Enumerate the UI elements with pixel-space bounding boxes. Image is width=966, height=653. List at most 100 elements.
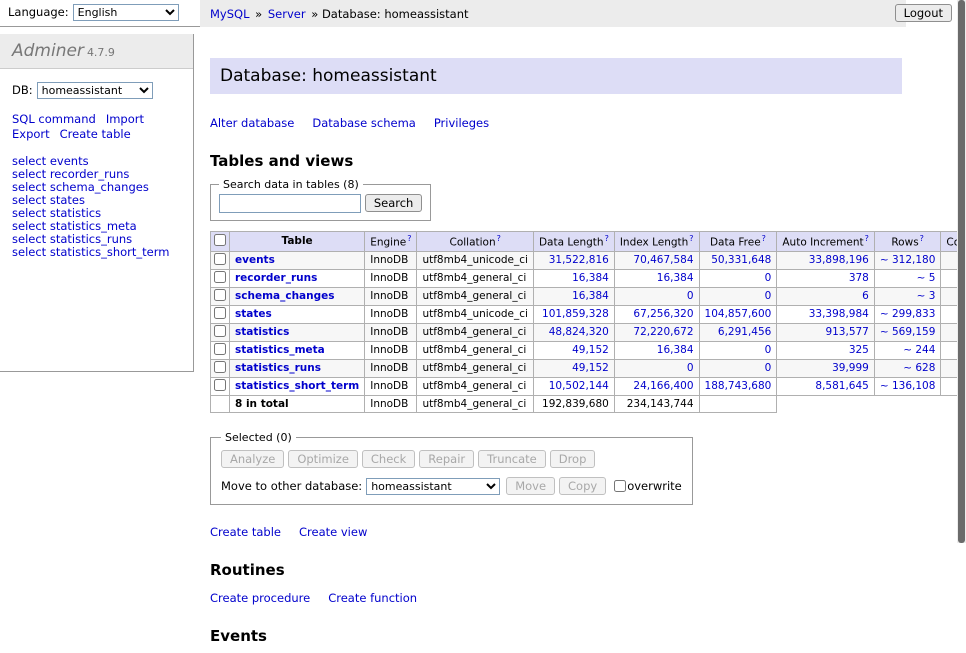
row-checkbox[interactable] (214, 379, 226, 391)
sidebar-command-link[interactable]: Create table (60, 127, 131, 141)
create-link[interactable]: Create table (210, 525, 281, 539)
auto-increment-link[interactable]: 913,577 (825, 326, 868, 338)
data_length-cell: 31,522,816 (533, 251, 614, 269)
index-length-link[interactable]: 24,166,400 (633, 380, 693, 392)
index-length-link[interactable]: 16,384 (657, 272, 694, 284)
rows-link[interactable]: ~ 244 (903, 344, 935, 356)
table-name-link[interactable]: states (235, 308, 272, 320)
table-name-link[interactable]: recorder_runs (235, 272, 317, 284)
search-input[interactable] (219, 194, 361, 213)
sidebar-select-link[interactable]: select statistics_short_term (12, 246, 181, 259)
column-help-link[interactable]: ? (605, 234, 609, 243)
sidebar-command-link[interactable]: SQL command (12, 112, 96, 126)
index-length-link[interactable]: 16,384 (657, 344, 694, 356)
table-name-link[interactable]: events (235, 254, 275, 266)
row-checkbox[interactable] (214, 361, 226, 373)
index-length-link[interactable]: 67,256,320 (633, 308, 693, 320)
data-free-link[interactable]: 188,743,680 (705, 380, 772, 392)
select-all-checkbox[interactable] (214, 234, 226, 246)
move-db-select[interactable]: homeassistant (366, 478, 500, 495)
scrollbar[interactable] (957, 0, 966, 543)
table-name-link[interactable]: statistics_runs (235, 362, 321, 374)
search-button[interactable]: Search (365, 194, 423, 212)
logout-button[interactable]: Logout (895, 4, 952, 22)
rows-link[interactable]: ~ 5 (917, 272, 936, 284)
auto-increment-link[interactable]: 39,999 (832, 362, 869, 374)
data-length-link[interactable]: 16,384 (572, 272, 609, 284)
overwrite-label[interactable]: overwrite (627, 479, 682, 493)
bulk-action-button[interactable]: Repair (419, 450, 474, 468)
auto-increment-link[interactable]: 6 (862, 290, 869, 302)
column-help-link[interactable]: ? (865, 234, 869, 243)
row-checkbox[interactable] (214, 325, 226, 337)
bulk-action-button[interactable]: Truncate (478, 450, 546, 468)
rows-link[interactable]: ~ 628 (903, 362, 935, 374)
auto-increment-link[interactable]: 33,398,984 (809, 308, 869, 320)
data-length-link[interactable]: 31,522,816 (549, 254, 609, 266)
index-length-link[interactable]: 72,220,672 (633, 326, 693, 338)
data-free-link[interactable]: 0 (765, 344, 772, 356)
index-length-link[interactable]: 0 (687, 362, 694, 374)
rows-link[interactable]: ~ 312,180 (880, 254, 936, 266)
row-checkbox[interactable] (214, 253, 226, 265)
scrollbar-thumb[interactable] (958, 0, 965, 543)
data-length-link[interactable]: 101,859,328 (542, 308, 609, 320)
overwrite-checkbox[interactable] (614, 480, 626, 492)
selected-fieldset: Selected (0) AnalyzeOptimizeCheckRepairT… (210, 431, 693, 505)
db-action-link[interactable]: Database schema (312, 116, 415, 130)
auto-increment-link[interactable]: 33,898,196 (809, 254, 869, 266)
data-length-link[interactable]: 49,152 (572, 362, 609, 374)
bulk-action-button[interactable]: Analyze (221, 450, 284, 468)
sidebar-command-link[interactable]: Import (106, 112, 144, 126)
data-free-link[interactable]: 0 (765, 272, 772, 284)
column-help-link[interactable]: ? (689, 234, 693, 243)
bulk-action-button[interactable]: Check (362, 450, 415, 468)
breadcrumb-link[interactable]: MySQL (210, 7, 250, 21)
sidebar-command-link[interactable]: Export (12, 127, 50, 141)
move-button[interactable]: Move (506, 477, 555, 495)
rows-link[interactable]: ~ 569,159 (880, 326, 936, 338)
auto-increment-link[interactable]: 378 (849, 272, 869, 284)
data-length-link[interactable]: 10,502,144 (549, 380, 609, 392)
db-select[interactable]: homeassistant (37, 82, 153, 99)
data-length-link[interactable]: 49,152 (572, 344, 609, 356)
column-help-link[interactable]: ? (497, 234, 501, 243)
breadcrumb-link[interactable]: Server (268, 7, 306, 21)
index-length-link[interactable]: 0 (687, 290, 694, 302)
data-length-link[interactable]: 16,384 (572, 290, 609, 302)
collation-cell: utf8mb4_general_ci (417, 323, 533, 341)
db-action-link[interactable]: Privileges (434, 116, 489, 130)
data-free-link[interactable]: 50,331,648 (711, 254, 771, 266)
auto-increment-link[interactable]: 8,581,645 (815, 380, 868, 392)
row-checkbox[interactable] (214, 307, 226, 319)
db-action-link[interactable]: Alter database (210, 116, 294, 130)
data-free-link[interactable]: 104,857,600 (705, 308, 772, 320)
table-name-link[interactable]: statistics_meta (235, 344, 325, 356)
row-checkbox[interactable] (214, 271, 226, 283)
data-free-link[interactable]: 0 (765, 362, 772, 374)
bulk-action-button[interactable]: Drop (550, 450, 596, 468)
column-help-link[interactable]: ? (762, 234, 766, 243)
language-select[interactable]: English (73, 4, 179, 21)
column-help-link[interactable]: ? (407, 234, 411, 243)
routine-link[interactable]: Create function (328, 591, 417, 605)
data-free-link[interactable]: 0 (765, 290, 772, 302)
data-length-link[interactable]: 48,824,320 (549, 326, 609, 338)
table-name-link[interactable]: statistics (235, 326, 289, 338)
row-checkbox[interactable] (214, 343, 226, 355)
selected-legend: Selected (0) (221, 431, 296, 444)
auto-increment-link[interactable]: 325 (849, 344, 869, 356)
table-name-link[interactable]: schema_changes (235, 290, 335, 302)
copy-button[interactable]: Copy (559, 477, 606, 495)
row-checkbox[interactable] (214, 289, 226, 301)
table-name-link[interactable]: statistics_short_term (235, 380, 359, 392)
index-length-link[interactable]: 70,467,584 (633, 254, 693, 266)
column-help-link[interactable]: ? (920, 234, 924, 243)
create-link[interactable]: Create view (299, 525, 367, 539)
rows-link[interactable]: ~ 136,108 (880, 380, 936, 392)
data-free-link[interactable]: 6,291,456 (718, 326, 771, 338)
rows-link[interactable]: ~ 3 (917, 290, 936, 302)
bulk-action-button[interactable]: Optimize (288, 450, 358, 468)
rows-link[interactable]: ~ 299,833 (880, 308, 936, 320)
routine-link[interactable]: Create procedure (210, 591, 310, 605)
